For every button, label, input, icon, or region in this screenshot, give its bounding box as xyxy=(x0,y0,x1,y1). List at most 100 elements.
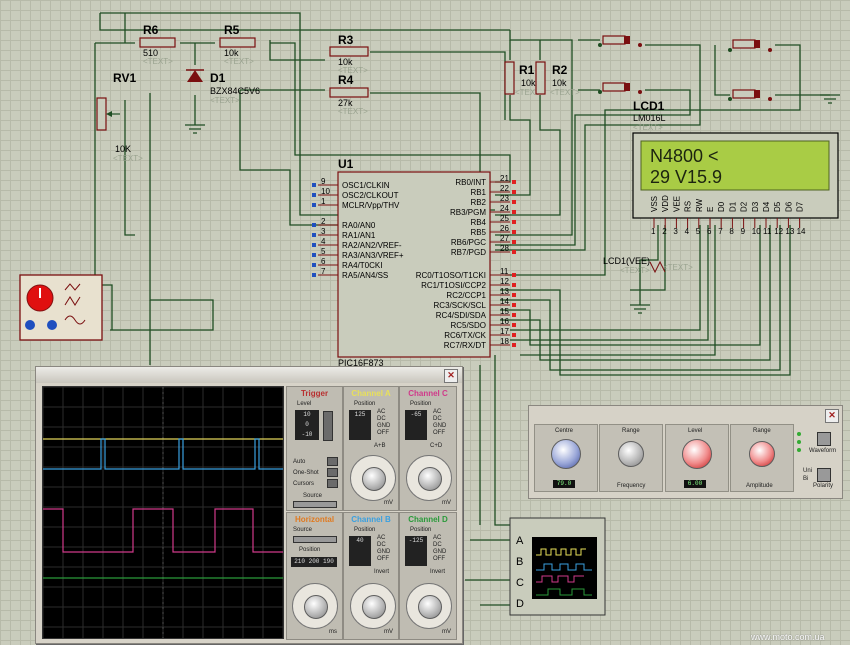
level-knob[interactable] xyxy=(682,439,712,469)
coupling-option[interactable]: DC xyxy=(433,416,446,423)
trigger-level-slider[interactable] xyxy=(323,411,333,441)
oscilloscope-screen xyxy=(42,386,284,639)
channel-a-position-display[interactable]: 125 xyxy=(349,410,371,440)
svg-text:LM016L: LM016L xyxy=(633,113,666,123)
coupling-labels: AC DC GND OFF xyxy=(377,409,390,437)
uni-label: Uni xyxy=(803,468,813,474)
range-label: Range xyxy=(622,428,640,434)
coupling-option[interactable]: AC xyxy=(377,535,390,542)
u1-pin-label: RB2 xyxy=(470,198,486,207)
channel-b-volts-dial[interactable] xyxy=(350,583,396,629)
coupling-option[interactable]: OFF xyxy=(433,430,446,437)
coupling-option[interactable]: DC xyxy=(377,416,390,423)
coupling-option[interactable]: GND xyxy=(377,423,390,430)
coupling-option[interactable]: OFF xyxy=(377,556,390,563)
coupling-option[interactable]: AC xyxy=(433,535,446,542)
svg-text:10k: 10k xyxy=(521,78,536,88)
u1-pin-number: 5 xyxy=(321,247,326,256)
svg-text:R2: R2 xyxy=(552,63,568,77)
logic-probe[interactable]: ABCD xyxy=(509,517,606,616)
coupling-option[interactable]: OFF xyxy=(433,556,446,563)
resistor-r2[interactable]: R2 10k <TEXT> xyxy=(535,61,580,97)
channel-c-position-display[interactable]: -65 xyxy=(405,410,427,440)
u1-pin-label: RA3/AN3/VREF+ xyxy=(342,251,404,260)
pin-marker xyxy=(512,230,516,234)
pin-marker xyxy=(512,293,516,297)
lcd-pin-label: D6 xyxy=(784,201,793,212)
svg-text:<TEXT>: <TEXT> xyxy=(210,96,240,105)
lcd-pin-label: VDD xyxy=(661,195,670,212)
resistor-r4[interactable]: R4 27k <TEXT> xyxy=(329,73,369,116)
svg-text:<TEXT>: <TEXT> xyxy=(113,154,143,163)
coupling-option[interactable]: DC xyxy=(377,542,390,549)
channel-c-unit: mV xyxy=(442,500,451,506)
pin-marker xyxy=(512,210,516,214)
horizontal-time-dial[interactable] xyxy=(292,583,338,629)
trigger-source-slider[interactable] xyxy=(293,501,337,508)
u1-pin-number: 23 xyxy=(500,194,509,203)
close-icon[interactable]: ✕ xyxy=(825,409,839,423)
coupling-option[interactable]: GND xyxy=(433,423,446,430)
centre-knob[interactable] xyxy=(551,439,581,469)
trigger-level-display[interactable]: 10 0 -10 xyxy=(295,410,319,440)
channel-c-volts-dial[interactable] xyxy=(406,455,452,501)
u1-pin-number: 24 xyxy=(500,204,509,213)
cursors-toggle[interactable] xyxy=(327,479,338,488)
schematic-canvas[interactable]: R6 5 10 <TEXT> R5 10k <TEXT> R3 10k <TEXT… xyxy=(0,0,850,645)
channel-d-unit: mV xyxy=(442,629,451,635)
coupling-option[interactable]: AC xyxy=(377,409,390,416)
horizontal-source-slider[interactable] xyxy=(293,536,337,543)
lcd-pin-number: 12 xyxy=(774,227,783,236)
polarity-button[interactable] xyxy=(817,468,831,482)
waveform-selector: Waveform Uni Bi Polarity xyxy=(795,428,839,490)
channel-a-volts-dial[interactable] xyxy=(350,455,396,501)
amplitude-range-knob[interactable] xyxy=(749,441,775,467)
frequency-range-knob[interactable] xyxy=(618,441,644,467)
oscilloscope-titlebar[interactable]: ✕ xyxy=(36,367,462,383)
oscilloscope-window[interactable]: ✕ Trigger Level 10 0 -10 Auto One-Shot Cur… xyxy=(35,366,463,644)
waveform-button[interactable] xyxy=(817,432,831,446)
coupling-option[interactable]: AC xyxy=(433,409,446,416)
push-button[interactable] xyxy=(598,82,642,94)
signal-generator-component[interactable] xyxy=(19,274,103,341)
u1-pin-label: RB6/PGC xyxy=(451,238,486,247)
horizontal-panel: Horizontal Source Position 210 200 190 m… xyxy=(286,512,343,640)
lcd-pin-label: E xyxy=(706,207,715,212)
lcd-display[interactable]: LCD1 LM016L <TEXT> N4800 < 29 V15.9 VSS 1… xyxy=(632,99,839,236)
pin-marker xyxy=(312,183,316,187)
close-icon[interactable]: ✕ xyxy=(444,369,458,383)
u1-pin-number: 15 xyxy=(500,307,509,316)
horizontal-title: Horizontal xyxy=(294,515,335,524)
u1-pin-label: RC3/SCK/SCL xyxy=(434,301,487,310)
u1-pin-label: RA4/T0CKI xyxy=(342,261,382,270)
u1-pin-number: 13 xyxy=(500,287,509,296)
coupling-option[interactable]: OFF xyxy=(377,430,390,437)
oneshot-toggle[interactable] xyxy=(327,468,338,477)
coupling-labels: AC DC GND OFF xyxy=(433,535,446,563)
function-generator-window[interactable]: ✕ Centre 79.0 Range Frequency Level 6.00… xyxy=(528,405,843,499)
channel-d-volts-dial[interactable] xyxy=(406,583,452,629)
channel-d-position-display[interactable]: -125 xyxy=(405,536,427,566)
ground-symbol xyxy=(630,304,650,314)
microcontroller-u1[interactable]: U1 9 OSC1/CLKIN 10 OSC2/CLKOUT 1 MCLR/Vpp/THV… xyxy=(312,157,516,368)
push-button[interactable] xyxy=(598,35,642,47)
lcd-vee-pot[interactable]: LCD1(VEE) <TEXT> <TEXT> xyxy=(603,256,693,275)
push-button[interactable] xyxy=(728,39,772,52)
oscilloscope-grid xyxy=(42,386,284,638)
coupling-option[interactable]: DC xyxy=(433,542,446,549)
push-button[interactable] xyxy=(728,89,772,101)
lcd-line-1: N4800 < xyxy=(650,146,719,166)
horizontal-source-label: Source xyxy=(293,527,313,533)
svg-text:<TEXT>: <TEXT> xyxy=(338,107,368,116)
coupling-option[interactable]: GND xyxy=(433,549,446,556)
u1-pin-label: RC1/T1OSI/CCP2 xyxy=(421,281,486,290)
resistor-r3[interactable]: R3 10k <TEXT> xyxy=(329,33,369,75)
potentiometer-rv1[interactable]: RV1 10K <TEXT> xyxy=(96,71,143,163)
waveform-label: Waveform xyxy=(809,448,837,454)
zener-d1[interactable]: D1 BZX84C5V6 <TEXT> xyxy=(186,69,260,105)
lcd-pin-number: 6 xyxy=(707,227,712,236)
coupling-option[interactable]: GND xyxy=(377,549,390,556)
channel-b-position-display[interactable]: 40 xyxy=(349,536,371,566)
auto-toggle[interactable] xyxy=(327,457,338,466)
horizontal-position-display[interactable]: 210 200 190 xyxy=(291,557,337,567)
